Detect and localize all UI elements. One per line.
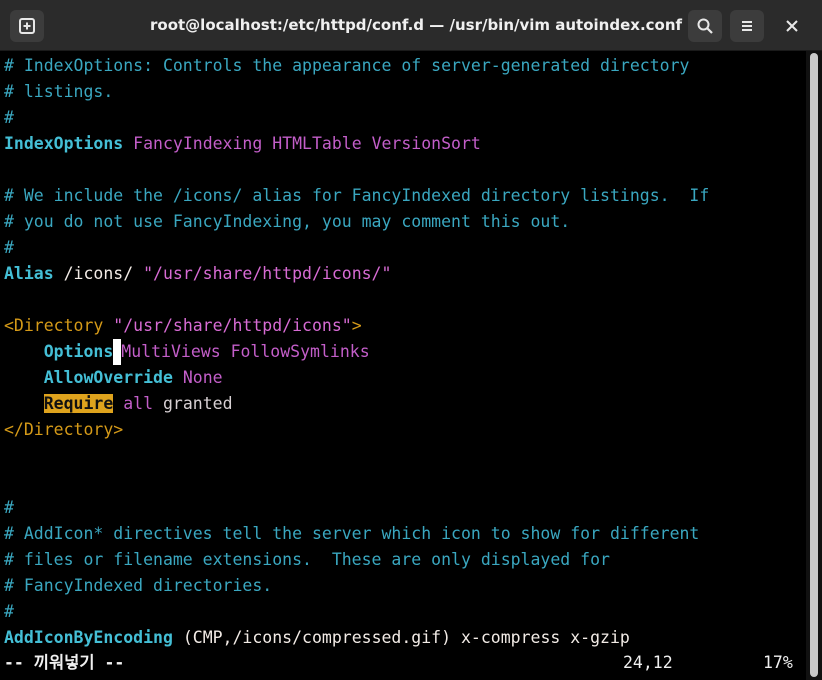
vim-status-line: -- 끼워넣기 -- 24,12 17%	[0, 650, 800, 676]
code-token: IndexOptions	[4, 134, 124, 153]
menu-icon	[742, 21, 752, 31]
code-token: </Directory>	[4, 420, 124, 439]
code-token: all	[113, 394, 154, 413]
code-token: "/usr/share/httpd/icons"	[113, 316, 352, 335]
cursor-position: 24,12	[623, 653, 673, 672]
code-line: #	[4, 235, 804, 261]
code-token: #	[4, 238, 14, 257]
code-token: Alias	[4, 264, 54, 283]
code-token: <Directory	[4, 316, 114, 335]
code-line: Require all granted	[4, 391, 804, 417]
code-token: (CMP,/icons/compressed.gif) x-compress x…	[172, 628, 630, 647]
code-line: # listings.	[4, 79, 804, 105]
new-tab-button[interactable]	[10, 10, 44, 42]
new-tab-icon	[19, 18, 35, 34]
code-token: # IndexOptions: Controls the appearance …	[4, 56, 690, 75]
code-line: IndexOptions FancyIndexing HTMLTable Ver…	[4, 131, 804, 157]
code-token: MultiViews FollowSymlinks	[121, 342, 370, 361]
code-line: <Directory "/usr/share/httpd/icons">	[4, 313, 804, 339]
terminal-window: root@localhost:/etc/httpd/conf.d — /usr/…	[0, 0, 822, 680]
code-line: # FancyIndexed directories.	[4, 573, 804, 599]
code-line: </Directory>	[4, 417, 804, 443]
close-button[interactable]	[780, 14, 804, 38]
scrollbar[interactable]	[806, 51, 822, 680]
code-line: #	[4, 105, 804, 131]
code-token: #	[4, 602, 14, 621]
scrollbar-thumb[interactable]	[810, 53, 818, 677]
code-token: # We include the /icons/ alias for Fancy…	[4, 186, 710, 205]
code-token: >	[351, 316, 362, 335]
code-line: AllowOverride None	[4, 365, 804, 391]
search-button[interactable]	[688, 10, 722, 42]
code-token: FancyIndexing HTMLTable VersionSort	[123, 134, 481, 153]
code-line: #	[4, 495, 804, 521]
menu-button[interactable]	[730, 10, 764, 42]
vim-editor-buffer[interactable]: # IndexOptions: Controls the appearance …	[4, 53, 804, 651]
code-line: AddIconByEncoding (CMP,/icons/compressed…	[4, 625, 804, 651]
code-token: Require	[43, 394, 114, 413]
code-token: #	[4, 498, 14, 517]
code-token: None	[172, 368, 223, 387]
file-percent: 17%	[763, 653, 793, 672]
code-token: #	[4, 108, 14, 127]
window-title: root@localhost:/etc/httpd/conf.d — /usr/…	[150, 16, 683, 34]
code-line: # files or filename extensions. These ar…	[4, 547, 804, 573]
search-icon	[697, 18, 713, 34]
code-token: "/usr/share/httpd/icons/"	[143, 264, 392, 283]
code-line: # you do not use FancyIndexing, you may …	[4, 209, 804, 235]
code-line: Options MultiViews FollowSymlinks	[4, 339, 804, 365]
code-token: /icons/	[53, 264, 144, 283]
code-line: #	[4, 599, 804, 625]
code-token: AddIconByEncoding	[4, 628, 173, 647]
code-line: # IndexOptions: Controls the appearance …	[4, 53, 804, 79]
title-bar: root@localhost:/etc/httpd/conf.d — /usr/…	[0, 0, 822, 51]
code-line: # We include the /icons/ alias for Fancy…	[4, 183, 804, 209]
code-token: # listings.	[4, 82, 114, 101]
code-token: # you do not use FancyIndexing, you may …	[4, 212, 571, 231]
insert-mode-indicator: -- 끼워넣기 --	[4, 653, 125, 672]
code-token: AllowOverride	[43, 368, 173, 387]
code-token: # FancyIndexed directories.	[4, 576, 273, 595]
code-token: # AddIcon* directives tell the server wh…	[4, 524, 700, 543]
code-token: # files or filename extensions. These ar…	[4, 550, 610, 569]
code-token: Options	[43, 342, 114, 361]
close-icon	[786, 20, 798, 32]
code-line: Alias /icons/ "/usr/share/httpd/icons/"	[4, 261, 804, 287]
code-line: # AddIcon* directives tell the server wh…	[4, 521, 804, 547]
code-token: granted	[153, 394, 233, 413]
